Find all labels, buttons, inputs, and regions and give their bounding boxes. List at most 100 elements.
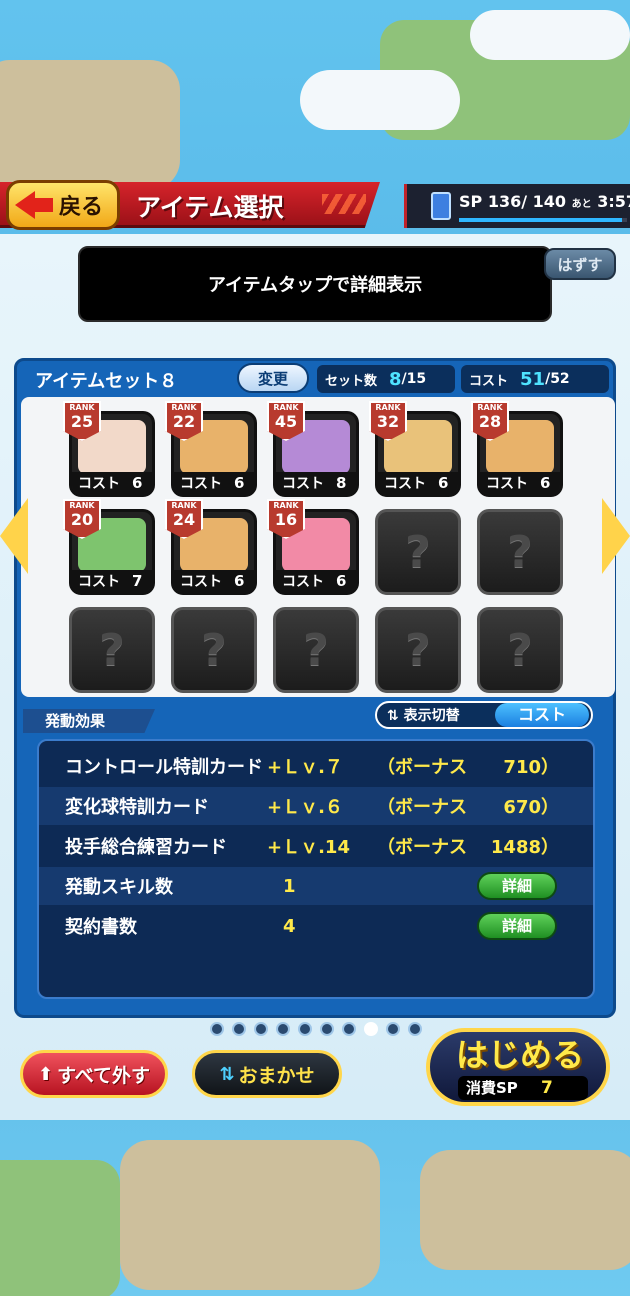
question-mark-icon: ? [507, 526, 533, 578]
start-label: はじめる [456, 1036, 585, 1074]
page-dot[interactable] [276, 1022, 290, 1036]
page-dot[interactable] [342, 1022, 356, 1036]
question-mark-icon: ? [99, 624, 125, 676]
empty-slot[interactable]: ? [69, 607, 155, 693]
detail-button[interactable]: 詳細 [477, 912, 557, 940]
effect-name: 投手総合練習カード [65, 837, 227, 858]
page-dot[interactable] [298, 1022, 312, 1036]
effect-row: コントロール特訓カード +Ｌｖ.７ （ボーナス 710） [39, 747, 593, 785]
info-box: アイテムタップで詳細表示 [78, 246, 552, 322]
item-cost: コスト 6 [378, 472, 458, 494]
sp-bar-fill [459, 218, 623, 222]
item-cost: コスト 7 [72, 570, 152, 592]
back-arrow-icon [15, 191, 35, 219]
next-page-arrow-icon[interactable] [602, 498, 630, 574]
effect-name: 変化球特訓カード [65, 797, 209, 818]
top-bar: 戻る アイテム選択 SP 136/ 140 あと 3:57 [0, 180, 630, 234]
effects-list: コントロール特訓カード +Ｌｖ.７ （ボーナス 710） 変化球特訓カード +Ｌｖ.６ （ボ… [37, 739, 595, 999]
empty-slot[interactable]: ? [375, 607, 461, 693]
count-value: 4 [283, 915, 296, 937]
item-slot[interactable]: コスト 8 RANK 45 [267, 401, 359, 497]
page-dot[interactable] [254, 1022, 268, 1036]
page-dot[interactable] [210, 1022, 224, 1036]
sp-label: SP [459, 192, 483, 211]
question-mark-icon: ? [405, 526, 431, 578]
count-name: 契約書数 [65, 917, 137, 938]
effect-bonus-value: 1488） [490, 837, 559, 858]
set-header: アイテムセット８ 変更 セット数 8 /15 コスト 51 /52 [21, 363, 609, 393]
effect-lv: +Ｌｖ.14 [267, 837, 350, 858]
sp-panel: SP 136/ 140 あと 3:57 [404, 184, 630, 228]
item-cost: コスト 6 [174, 570, 254, 592]
effect-row: 変化球特訓カード +Ｌｖ.６ （ボーナス 670） [39, 787, 593, 825]
effect-bonus-value: 710） [503, 757, 559, 778]
item-cost: コスト 8 [276, 472, 356, 494]
item-set-frame: アイテムセット８ 変更 セット数 8 /15 コスト 51 /52 コスト 6 RA… [14, 358, 616, 1018]
change-button[interactable]: 変更 [237, 363, 309, 393]
item-slot[interactable]: コスト 6 RANK 24 [165, 499, 257, 595]
auto-button[interactable]: ⇅ おまかせ [192, 1050, 342, 1098]
item-cost: コスト 6 [276, 570, 356, 592]
back-button[interactable]: 戻る [6, 180, 120, 230]
item-slot[interactable]: コスト 6 RANK 22 [165, 401, 257, 497]
main-panel: アイテムタップで詳細表示 はずす アイテムセット８ 変更 セット数 8 /15 … [0, 234, 630, 1120]
remove-all-button[interactable]: ⬆ すべて外す [20, 1050, 168, 1098]
page-dot[interactable] [408, 1022, 422, 1036]
page-dot[interactable] [386, 1022, 400, 1036]
question-mark-icon: ? [507, 624, 533, 676]
page-dot[interactable] [232, 1022, 246, 1036]
page-dot[interactable] [364, 1022, 378, 1036]
count-row: 契約書数 4 詳細 [39, 907, 593, 945]
prev-page-arrow-icon[interactable] [0, 498, 28, 574]
effect-row: 投手総合練習カード +Ｌｖ.14 （ボーナス 1488） [39, 827, 593, 865]
swap-icon: ⇅ [219, 1063, 235, 1085]
sp-value: 136/ 140 [487, 192, 567, 211]
page-indicator [210, 1022, 422, 1036]
effect-bonus-value: 670） [503, 797, 559, 818]
sp-suffix: あと [571, 199, 592, 210]
sp-card-icon [431, 192, 451, 220]
item-slot[interactable]: コスト 6 RANK 16 [267, 499, 359, 595]
item-slot[interactable]: コスト 7 RANK 20 [63, 499, 155, 595]
empty-slot[interactable]: ? [171, 607, 257, 693]
item-grid: コスト 6 RANK 25 コスト 6 RANK 22 コスト 8 RANK 45 コスト 6 RANK 32… [21, 397, 615, 697]
item-cost: コスト 6 [72, 472, 152, 494]
count-name: 発動スキル数 [65, 877, 173, 898]
empty-slot[interactable]: ? [375, 509, 461, 595]
item-cost: コスト 6 [174, 472, 254, 494]
effect-bonus-label: （ボーナス [377, 797, 467, 818]
effects-title: 発動効果 [23, 709, 155, 733]
empty-slot[interactable]: ? [477, 607, 563, 693]
detail-button[interactable]: 詳細 [477, 872, 557, 900]
set-name: アイテムセット８ [35, 371, 178, 392]
remove-button[interactable]: はずす [544, 248, 616, 280]
sp-bar [459, 218, 627, 222]
start-sp-cost: 消費SP 7 [458, 1076, 588, 1100]
display-toggle-button[interactable]: ⇅ 表示切替 コスト [375, 701, 593, 729]
set-count: セット数 8 /15 [317, 365, 455, 393]
effect-bonus-label: （ボーナス [377, 837, 467, 858]
item-cost: コスト 6 [480, 472, 560, 494]
title-stripes [322, 194, 366, 214]
up-arrow-icon: ⬆ [37, 1063, 54, 1085]
item-slot[interactable]: コスト 6 RANK 28 [471, 401, 563, 497]
sp-timer: 3:57 [597, 192, 630, 211]
question-mark-icon: ? [303, 624, 329, 676]
back-label: 戻る [59, 195, 104, 220]
item-slot[interactable]: コスト 6 RANK 25 [63, 401, 155, 497]
empty-slot[interactable]: ? [477, 509, 563, 595]
count-value: 1 [283, 875, 296, 897]
effect-lv: +Ｌｖ.７ [267, 757, 343, 778]
page-title: アイテム選択 [136, 193, 284, 222]
page-dot[interactable] [320, 1022, 334, 1036]
effect-lv: +Ｌｖ.６ [267, 797, 343, 818]
item-slot[interactable]: コスト 6 RANK 32 [369, 401, 461, 497]
set-cost: コスト 51 /52 [461, 365, 609, 393]
empty-slot[interactable]: ? [273, 607, 359, 693]
effect-name: コントロール特訓カード [65, 757, 263, 778]
effect-bonus-label: （ボーナス [377, 757, 467, 778]
count-row: 発動スキル数 1 詳細 [39, 867, 593, 905]
start-button[interactable]: はじめる 消費SP 7 [426, 1028, 610, 1106]
question-mark-icon: ? [405, 624, 431, 676]
question-mark-icon: ? [201, 624, 227, 676]
